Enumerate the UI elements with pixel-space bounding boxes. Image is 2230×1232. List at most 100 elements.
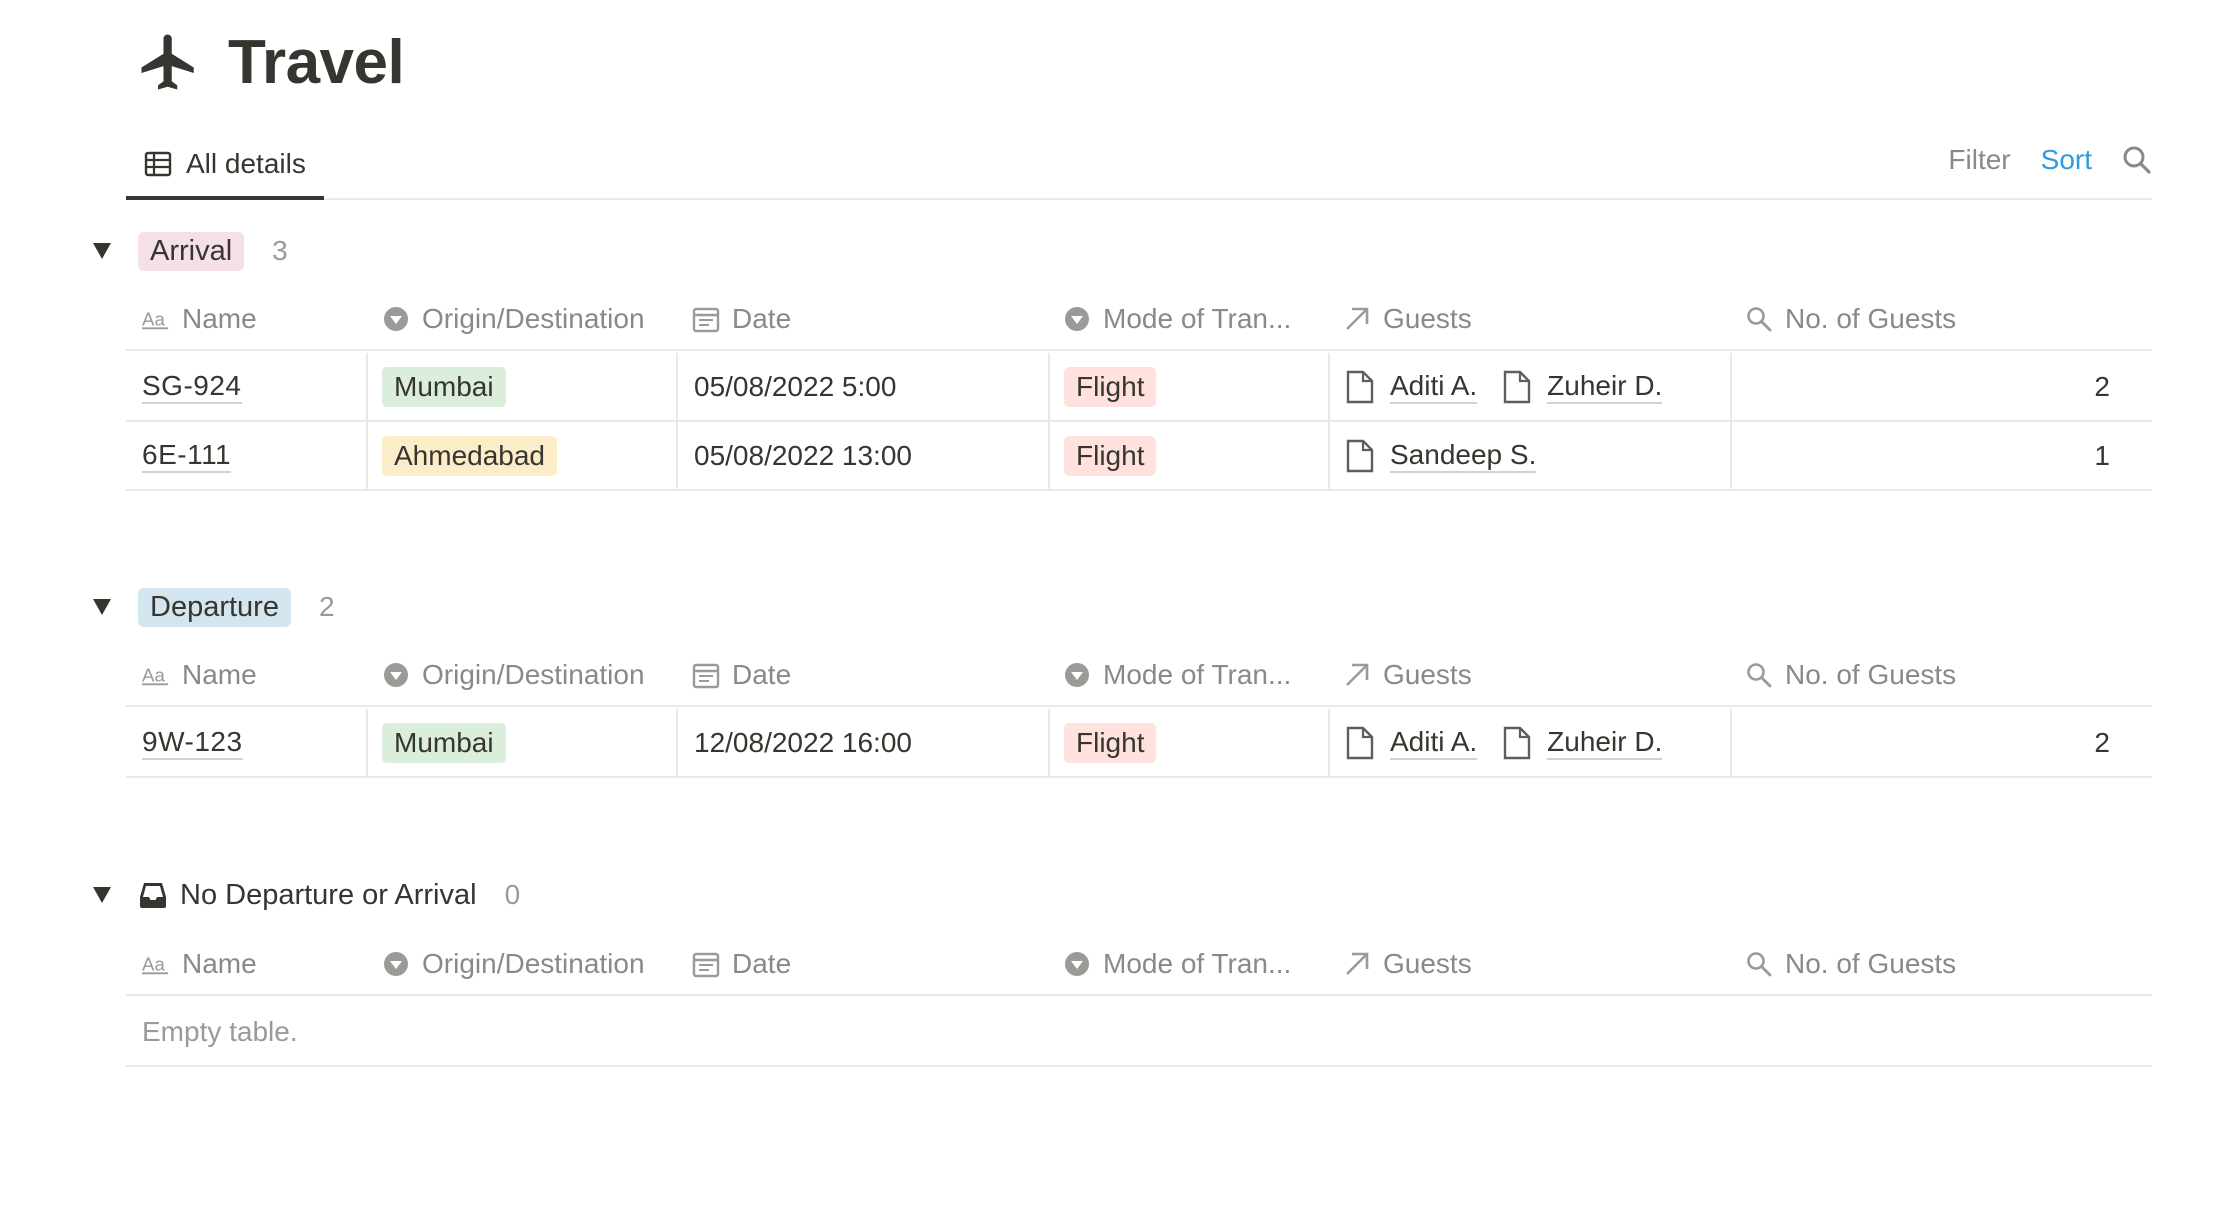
column-header-name[interactable]: Aa Name	[142, 934, 257, 994]
page-title[interactable]: Travel	[228, 27, 405, 98]
column-header-guests[interactable]: Guests	[1343, 645, 1472, 705]
select-circle-icon	[382, 661, 410, 689]
empty-table-message: Empty table.	[142, 998, 742, 1065]
guest-link[interactable]: Aditi A.	[1346, 370, 1478, 404]
cell-origin[interactable]: Ahmedabad	[366, 422, 676, 489]
cell-guest-count[interactable]: 1	[1730, 422, 2110, 489]
column-label: Origin/Destination	[422, 303, 645, 334]
column-header-date[interactable]: Date	[692, 645, 791, 705]
table-header: Aa Name Origin/Destination Date Mode of …	[126, 289, 2152, 351]
row-name-link[interactable]: 9W-123	[142, 726, 243, 760]
column-header-guest-count[interactable]: No. of Guests	[1745, 645, 1956, 705]
group-header-departure: Departure 2	[90, 587, 335, 627]
sort-button[interactable]: Sort	[2041, 144, 2092, 176]
column-label: Date	[732, 303, 792, 334]
cell-name[interactable]: SG-924	[142, 353, 366, 420]
tab-label: All details	[186, 148, 306, 179]
mode-tag: Flight	[1064, 722, 1157, 763]
column-label: Name	[182, 948, 257, 979]
cell-mode[interactable]: Flight	[1048, 422, 1328, 489]
inbox-tray-icon	[138, 880, 168, 910]
row-name-link[interactable]: 6E-111	[142, 439, 232, 473]
guest-name: Aditi A.	[1390, 370, 1478, 404]
column-header-name[interactable]: Aa Name	[142, 645, 257, 705]
view-bar: All details Filter Sort	[126, 132, 2152, 200]
select-circle-icon	[1063, 661, 1091, 689]
cell-name[interactable]: 9W-123	[142, 709, 366, 776]
text-aa-icon: Aa	[142, 661, 170, 689]
guest-name: Zuheir D.	[1547, 370, 1663, 404]
column-label: Date	[732, 948, 792, 979]
column-header-mode[interactable]: Mode of Tran...	[1063, 289, 1291, 349]
guest-link[interactable]: Zuheir D.	[1503, 726, 1663, 760]
page-doc-icon	[1346, 370, 1376, 404]
search-icon	[1745, 305, 1773, 333]
column-label: Origin/Destination	[422, 659, 645, 690]
cell-guests[interactable]: Sandeep S.	[1328, 422, 1730, 489]
cell-date[interactable]: 05/08/2022 13:00	[676, 422, 1048, 489]
airplane-icon[interactable]	[136, 26, 202, 98]
text-aa-icon: Aa	[142, 950, 170, 978]
search-icon	[1745, 950, 1773, 978]
column-header-mode[interactable]: Mode of Tran...	[1063, 645, 1291, 705]
tab-all-details[interactable]: All details	[126, 132, 324, 200]
column-label: Mode of Tran...	[1103, 303, 1292, 334]
page-doc-icon	[1503, 370, 1533, 404]
group-tag-arrival[interactable]: Arrival	[138, 231, 245, 271]
guest-link[interactable]: Sandeep S.	[1346, 439, 1537, 473]
column-header-origin[interactable]: Origin/Destination	[382, 289, 645, 349]
origin-tag: Ahmedabad	[382, 435, 558, 476]
group-count: 2	[318, 591, 335, 622]
table-row[interactable]: SG-924 Mumbai 05/08/2022 5:00 Flight Adi…	[126, 353, 2152, 422]
group-tag-departure[interactable]: Departure	[138, 587, 291, 627]
group-header-none: No Departure or Arrival 0	[90, 875, 520, 915]
column-label: Origin/Destination	[422, 948, 645, 979]
select-circle-icon	[1063, 950, 1091, 978]
cell-guest-count[interactable]: 2	[1730, 709, 2110, 776]
column-header-guests[interactable]: Guests	[1343, 289, 1472, 349]
table-row[interactable]: 9W-123 Mumbai 12/08/2022 16:00 Flight Ad…	[126, 709, 2152, 778]
group-count: 3	[272, 235, 288, 266]
cell-guests[interactable]: Aditi A. Zuheir D.	[1328, 709, 1730, 776]
guest-link[interactable]: Zuheir D.	[1503, 370, 1663, 404]
column-header-guests[interactable]: Guests	[1343, 934, 1472, 994]
guest-link[interactable]: Aditi A.	[1346, 726, 1478, 760]
cell-date[interactable]: 12/08/2022 16:00	[676, 709, 1048, 776]
cell-origin[interactable]: Mumbai	[366, 353, 676, 420]
table-icon	[144, 149, 174, 179]
cell-guest-count[interactable]: 2	[1730, 353, 2110, 420]
column-header-mode[interactable]: Mode of Tran...	[1063, 934, 1291, 994]
mode-tag: Flight	[1064, 366, 1157, 407]
column-header-date[interactable]: Date	[692, 934, 791, 994]
column-header-origin[interactable]: Origin/Destination	[382, 645, 645, 705]
column-label: No. of Guests	[1785, 303, 1957, 334]
column-header-name[interactable]: Aa Name	[142, 289, 257, 349]
cell-mode[interactable]: Flight	[1048, 709, 1328, 776]
group-label[interactable]: No Departure or Arrival	[180, 879, 477, 912]
column-header-origin[interactable]: Origin/Destination	[382, 934, 645, 994]
column-label: Guests	[1383, 303, 1472, 334]
table-row[interactable]: 6E-111 Ahmedabad 05/08/2022 13:00 Flight…	[126, 422, 2152, 491]
filter-button[interactable]: Filter	[1948, 144, 2010, 176]
relation-arrow-icon	[1343, 950, 1371, 978]
cell-name[interactable]: 6E-111	[142, 422, 366, 489]
row-name-link[interactable]: SG-924	[142, 370, 242, 404]
search-icon[interactable]	[2122, 145, 2152, 175]
cell-mode[interactable]: Flight	[1048, 353, 1328, 420]
select-circle-icon	[382, 950, 410, 978]
column-label: Guests	[1383, 948, 1472, 979]
column-header-date[interactable]: Date	[692, 289, 791, 349]
collapse-triangle-icon[interactable]	[90, 883, 114, 907]
cell-guests[interactable]: Aditi A. Zuheir D.	[1328, 353, 1730, 420]
column-header-guest-count[interactable]: No. of Guests	[1745, 934, 1956, 994]
cell-origin[interactable]: Mumbai	[366, 709, 676, 776]
column-label: Name	[182, 659, 257, 690]
collapse-triangle-icon[interactable]	[90, 239, 114, 263]
column-header-guest-count[interactable]: No. of Guests	[1745, 289, 1956, 349]
column-label: No. of Guests	[1785, 659, 1957, 690]
group-count: 0	[504, 879, 521, 910]
mode-tag: Flight	[1064, 435, 1157, 476]
calendar-icon	[692, 661, 720, 689]
collapse-triangle-icon[interactable]	[90, 595, 114, 619]
cell-date[interactable]: 05/08/2022 5:00	[676, 353, 1048, 420]
